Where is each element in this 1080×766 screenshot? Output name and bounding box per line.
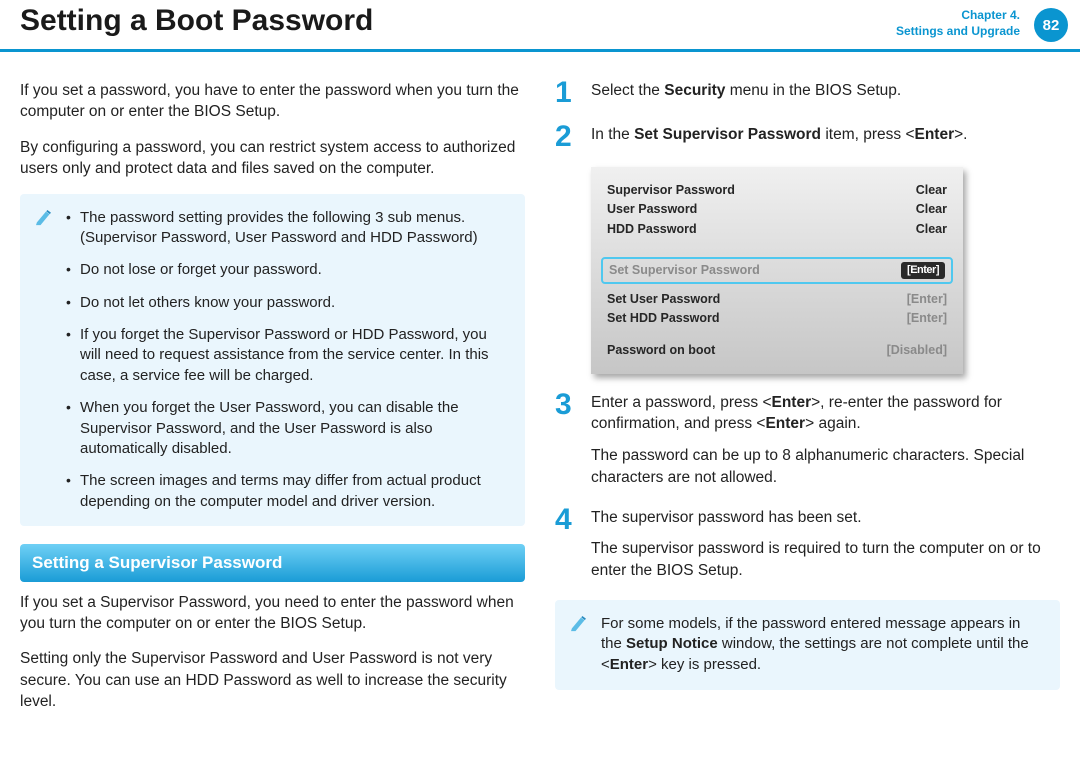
section-heading-supervisor: Setting a Supervisor Password xyxy=(20,544,525,581)
footnote-text: For some models, if the password entered… xyxy=(601,614,1044,676)
bios-label: Set User Password xyxy=(607,291,720,308)
step-2: 2 In the Set Supervisor Password item, p… xyxy=(555,124,1060,150)
bold-text: Enter xyxy=(765,415,805,432)
note-icon xyxy=(34,208,56,226)
bios-row: HDD Password Clear xyxy=(607,220,947,239)
footnote-box: For some models, if the password entered… xyxy=(555,600,1060,690)
text: menu in the BIOS Setup. xyxy=(725,82,901,99)
left-column: If you set a password, you have to enter… xyxy=(20,80,525,727)
text: > key is pressed. xyxy=(648,656,761,673)
note-box: The password setting provides the follow… xyxy=(20,194,525,527)
bios-row: Set User Password [Enter] xyxy=(607,290,947,309)
text: The supervisor password has been set. xyxy=(591,507,1060,529)
bold-text: Enter xyxy=(772,394,812,411)
step-body: Enter a password, press <Enter>, re-ente… xyxy=(591,392,1060,489)
chapter-line-2: Settings and Upgrade xyxy=(896,24,1020,40)
page-title: Setting a Boot Password xyxy=(20,4,373,38)
step-body: Select the Security menu in the BIOS Set… xyxy=(591,80,1060,102)
text: > again. xyxy=(805,415,861,432)
bios-label: Set Supervisor Password xyxy=(609,262,760,279)
bold-text: Enter xyxy=(610,656,648,673)
text: The supervisor password is required to t… xyxy=(591,538,1060,581)
bios-row-highlighted: Set Supervisor Password [Enter] xyxy=(601,257,953,284)
bios-label: Password on boot xyxy=(607,342,715,359)
bios-value: Clear xyxy=(916,201,947,218)
supervisor-paragraph-1: If you set a Supervisor Password, you ne… xyxy=(20,592,525,635)
bios-row: User Password Clear xyxy=(607,200,947,219)
page-number-badge: 82 xyxy=(1034,8,1068,42)
note-item: The screen images and terms may differ f… xyxy=(66,471,509,512)
text: In the xyxy=(591,126,634,143)
intro-paragraph-2: By configuring a password, you can restr… xyxy=(20,137,525,180)
bold-text: Enter xyxy=(915,126,955,143)
bios-value: [Enter] xyxy=(907,291,947,308)
text: item, press < xyxy=(821,126,914,143)
text: >. xyxy=(954,126,967,143)
bios-row: Supervisor Password Clear xyxy=(607,181,947,200)
step-3: 3 Enter a password, press <Enter>, re-en… xyxy=(555,392,1060,489)
text: The password can be up to 8 alphanumeric… xyxy=(591,445,1060,488)
chapter-label: Chapter 4. Settings and Upgrade xyxy=(896,8,1020,39)
note-item: The password setting provides the follow… xyxy=(66,208,509,249)
bold-text: Setup Notice xyxy=(626,635,718,652)
chapter-line-1: Chapter 4. xyxy=(896,8,1020,24)
bold-text: Security xyxy=(664,82,725,99)
bios-label: User Password xyxy=(607,201,697,218)
step-body: The supervisor password has been set. Th… xyxy=(591,507,1060,582)
step-number: 3 xyxy=(555,392,579,418)
bios-label: HDD Password xyxy=(607,221,697,238)
note-item: When you forget the User Password, you c… xyxy=(66,398,509,459)
bios-value: [Disabled] xyxy=(887,342,947,359)
supervisor-paragraph-2: Setting only the Supervisor Password and… xyxy=(20,648,525,712)
step-number: 1 xyxy=(555,80,579,106)
page-header: Setting a Boot Password Chapter 4. Setti… xyxy=(0,0,1080,52)
step-1: 1 Select the Security menu in the BIOS S… xyxy=(555,80,1060,106)
note-item: If you forget the Supervisor Password or… xyxy=(66,325,509,386)
bios-value: Clear xyxy=(916,182,947,199)
step-number: 2 xyxy=(555,124,579,150)
step-body: In the Set Supervisor Password item, pre… xyxy=(591,124,1060,146)
note-item: Do not let others know your password. xyxy=(66,293,509,313)
step-4: 4 The supervisor password has been set. … xyxy=(555,507,1060,582)
bios-row: Password on boot [Disabled] xyxy=(607,341,947,360)
bios-row: Set HDD Password [Enter] xyxy=(607,309,947,328)
note-list: The password setting provides the follow… xyxy=(66,208,509,513)
right-column: 1 Select the Security menu in the BIOS S… xyxy=(555,80,1060,727)
note-icon xyxy=(569,614,591,632)
bios-value-selected: [Enter] xyxy=(901,262,945,279)
step-number: 4 xyxy=(555,507,579,533)
bios-label: Set HDD Password xyxy=(607,310,720,327)
note-item: Do not lose or forget your password. xyxy=(66,260,509,280)
text: Enter a password, press < xyxy=(591,394,772,411)
text: Select the xyxy=(591,82,664,99)
bold-text: Set Supervisor Password xyxy=(634,126,821,143)
bios-label: Supervisor Password xyxy=(607,182,735,199)
bios-security-panel: Supervisor Password Clear User Password … xyxy=(591,167,963,374)
bios-value: Clear xyxy=(916,221,947,238)
bios-value: [Enter] xyxy=(907,310,947,327)
intro-paragraph-1: If you set a password, you have to enter… xyxy=(20,80,525,123)
